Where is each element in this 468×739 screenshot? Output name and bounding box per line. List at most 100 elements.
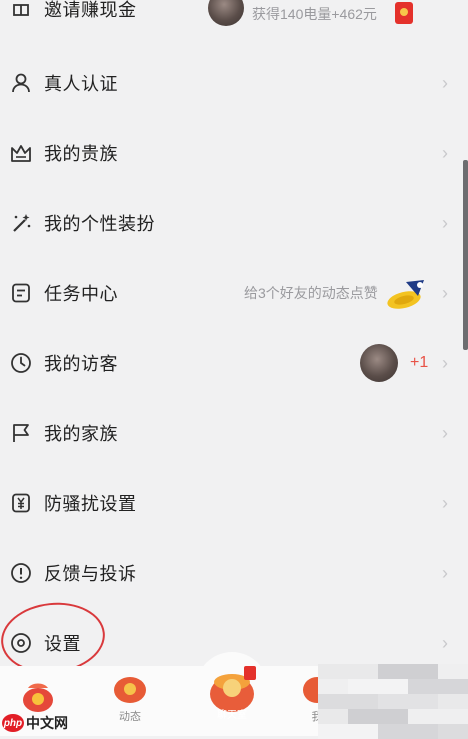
menu-label: 任务中心 [44,284,118,304]
chevron-right-icon: › [442,352,448,373]
tab-home[interactable] [18,674,58,714]
mosaic-cell [438,664,453,679]
mosaic-cell [378,694,393,709]
mosaic-cell [333,724,348,739]
mosaic-cell [438,679,453,694]
chevron-right-icon: › [442,282,448,303]
gift-icon [10,0,32,18]
mosaic-cell [393,679,408,694]
mosaic-cell [438,694,453,709]
avatar [208,0,244,26]
mosaic-cell [363,724,378,739]
mosaic-cell [438,709,453,724]
menu-item-style[interactable]: 我的个性装扮 › [0,188,468,258]
chevron-right-icon: › [442,422,448,443]
menu-item-tasks[interactable]: 任务中心 给3个好友的动态点赞 › [0,258,468,328]
person-icon [10,72,32,94]
mosaic-cell [393,664,408,679]
watermark: php 中文网 [2,713,68,733]
mosaic-cell [333,709,348,724]
mosaic-cell [408,694,423,709]
menu-item-noble[interactable]: 我的贵族 › [0,118,468,188]
mosaic-cell [423,679,438,694]
mosaic-cell [318,694,333,709]
mosaic-cell [348,694,363,709]
lucky-bag-icon [23,683,53,712]
mosaic-cell [453,709,468,724]
task-reward-icon [384,276,430,310]
shield-yen-icon [10,492,32,514]
menu-item-invite[interactable]: 邀请赚现金 获得140电量+462元 [0,0,468,26]
mosaic-cell [408,709,423,724]
mosaic-cell [393,724,408,739]
mosaic-cell [318,709,333,724]
menu-label: 真人认证 [44,74,118,94]
menu-item-antispam[interactable]: 防骚扰设置 › [0,468,468,538]
invite-reward-text: 获得140电量+462元 [252,6,377,22]
chevron-right-icon: › [442,142,448,163]
mosaic-cell [318,664,333,679]
mosaic-cell [453,724,468,739]
magic-wand-icon [10,212,32,234]
watermark-text: 中文网 [26,715,68,731]
mosaic-cell [348,724,363,739]
mosaic-cell [423,709,438,724]
alert-circle-icon [10,562,32,584]
php-logo: php [2,714,24,732]
mosaic-cell [378,679,393,694]
chevron-right-icon: › [442,212,448,233]
chevron-right-icon: › [442,492,448,513]
chevron-right-icon: › [442,632,448,653]
tab-chatroom[interactable]: 聊天室 [196,652,268,724]
menu-item-realname[interactable]: 真人认证 › [0,48,468,118]
menu-item-family[interactable]: 我的家族 › [0,398,468,468]
menu-item-visitors[interactable]: 我的访客 +1 › [0,328,468,398]
mosaic-cell [438,724,453,739]
chevron-right-icon: › [442,72,448,93]
flag-icon [10,422,32,444]
mosaic-cell [333,694,348,709]
tab-label: 聊天室 [217,710,247,721]
mosaic-cell [393,709,408,724]
menu-label: 反馈与投诉 [44,564,137,584]
tab-moments[interactable]: 动态 [112,674,148,724]
menu-label: 我的贵族 [44,144,118,164]
mosaic-cell [348,709,363,724]
clock-icon [10,352,32,374]
menu-label: 我的个性装扮 [44,214,155,234]
mosaic-cell [453,694,468,709]
mosaic-cell [363,664,378,679]
tab-label: 动态 [119,711,141,723]
task-hint-text: 给3个好友的动态点赞 [244,285,378,301]
menu-item-feedback[interactable]: 反馈与投诉 › [0,538,468,608]
mosaic-cell [408,679,423,694]
mosaic-cell [318,724,333,739]
visitor-count-badge: +1 [410,354,429,371]
moments-icon [114,677,146,703]
mosaic-cell [333,664,348,679]
mosaic-cell [378,709,393,724]
menu-label: 防骚扰设置 [44,494,137,514]
mosaic-cell [423,664,438,679]
mosaic-cell [408,724,423,739]
mosaic-cell [333,679,348,694]
crown-icon [10,142,32,164]
mosaic-cell [363,694,378,709]
red-envelope-icon [394,2,413,24]
mosaic-cell [453,664,468,679]
visitor-avatar [360,344,398,382]
chevron-right-icon: › [442,562,448,583]
menu-label: 邀请赚现金 [44,0,137,20]
mosaic-cell [378,664,393,679]
task-list-icon [10,282,32,304]
mosaic-cell [378,724,393,739]
mosaic-cell [363,679,378,694]
mosaic-cell [423,694,438,709]
menu-label: 我的访客 [44,354,118,374]
blurred-corner [318,664,468,739]
mosaic-cell [453,679,468,694]
mosaic-cell [423,724,438,739]
settings-menu: 邀请赚现金 获得140电量+462元 真人认证 › 我的贵族 › 我的个性装扮 … [0,0,468,654]
scrollbar[interactable] [463,160,468,350]
mosaic-cell [348,664,363,679]
